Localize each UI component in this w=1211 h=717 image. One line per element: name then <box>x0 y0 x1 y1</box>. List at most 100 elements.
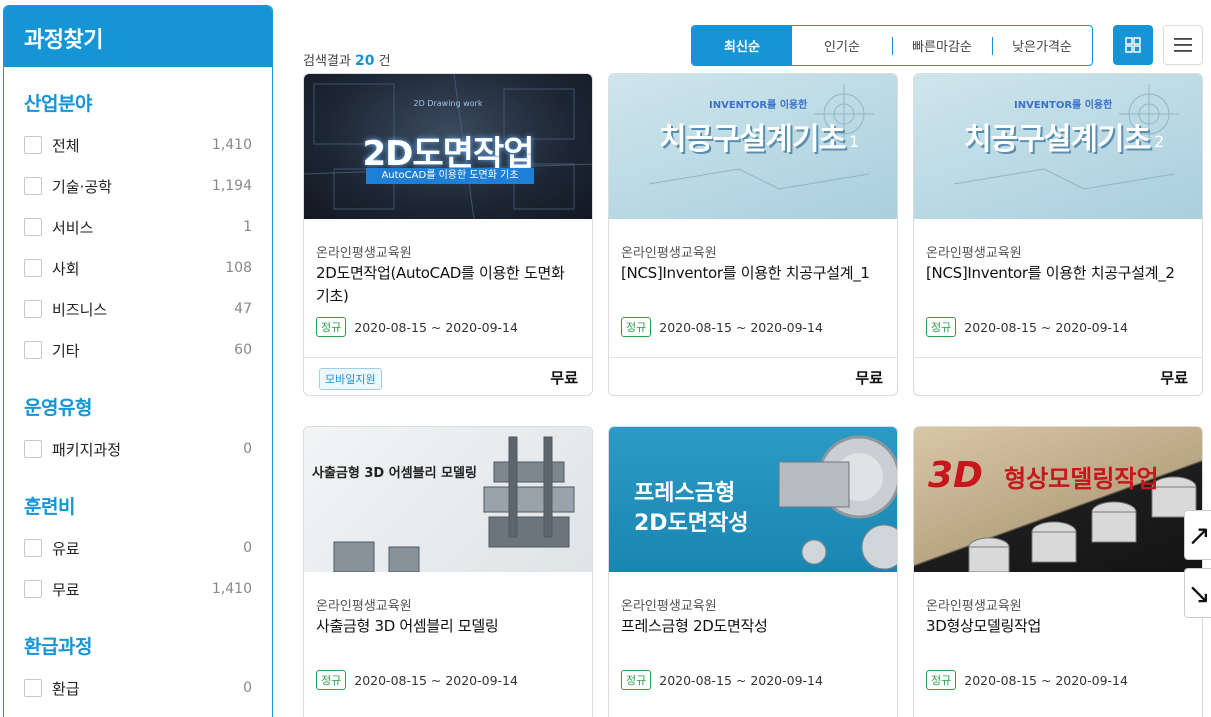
checkbox[interactable] <box>24 136 42 154</box>
filter-count: 47 <box>234 301 252 317</box>
course-title[interactable]: 2D도면작업(AutoCAD를 이용한 도면화 기초) <box>316 262 582 308</box>
thumb-number: 1 <box>849 132 860 151</box>
card-body: 온라인평생교육원 프레스금형 2D도면작성 정규 2020-08-15 ~ 20… <box>609 572 897 710</box>
card-body: 온라인평생교육원 3D형상모델링작업 정규 2020-08-15 ~ 2020-… <box>914 572 1202 710</box>
thumb-number: 2 <box>1154 132 1165 151</box>
filter-refund[interactable]: 환급 0 <box>24 677 252 699</box>
piston-drawing <box>968 476 1197 572</box>
thumb-title: 치공구설계기초 <box>659 122 846 157</box>
thumb-subtitle: AutoCAD를 이용한 도면화 기초 <box>366 168 534 184</box>
list-view-button[interactable] <box>1163 25 1203 65</box>
filter-count: 1 <box>243 219 252 235</box>
course-card[interactable]: 사출금형 3D 어셈블리 모델링 온라인평생교육원 사출금형 3D 어셈블리 모… <box>303 426 593 717</box>
course-date: 2020-08-15 ~ 2020-09-14 <box>354 319 518 335</box>
sort-tab-popular[interactable]: 인기순 <box>792 26 892 65</box>
card-footer: 무료 <box>914 357 1202 395</box>
course-thumbnail[interactable]: 프레스금형 2D도면작성 <box>609 427 897 572</box>
filter-label: 무료 <box>52 580 80 599</box>
grid-icon <box>1125 37 1141 53</box>
provider-name: 온라인평생교육원 <box>926 599 1022 614</box>
course-date: 2020-08-15 ~ 2020-09-14 <box>659 672 823 688</box>
checkbox[interactable] <box>24 539 42 557</box>
regular-badge: 정규 <box>926 670 957 690</box>
filter-label: 기타 <box>52 341 80 360</box>
regular-badge: 정규 <box>316 670 347 690</box>
thumb-small-text: 2D Drawing work <box>413 99 483 108</box>
date-row: 정규 2020-08-15 ~ 2020-09-14 <box>621 317 823 337</box>
thumb-title: 사출금형 3D 어셈블리 모델링 <box>312 466 477 481</box>
checkbox[interactable] <box>24 440 42 458</box>
list-icon <box>1174 38 1192 52</box>
filter-count: 1,194 <box>211 178 252 194</box>
filter-industry-society[interactable]: 사회 108 <box>24 257 252 279</box>
filter-count: 0 <box>243 441 252 457</box>
filter-label: 사회 <box>52 259 80 278</box>
section-refund-title: 환급과정 <box>24 636 92 658</box>
date-row: 정규 2020-08-15 ~ 2020-09-14 <box>926 670 1128 690</box>
checkbox[interactable] <box>24 580 42 598</box>
filter-count: 108 <box>225 260 252 276</box>
thumb-title: 치공구설계기초 <box>964 122 1151 157</box>
checkbox[interactable] <box>24 679 42 697</box>
grid-view-button[interactable] <box>1113 25 1153 65</box>
scroll-down-button[interactable]: ↘ <box>1184 568 1211 618</box>
regular-badge: 정규 <box>316 317 347 337</box>
mobile-support-badge: 모바일지원 <box>319 368 382 390</box>
filter-count: 0 <box>243 540 252 556</box>
checkbox[interactable] <box>24 177 42 195</box>
filter-industry-business[interactable]: 비즈니스 47 <box>24 298 252 320</box>
card-body: 온라인평생교육원 사출금형 3D 어셈블리 모델링 정규 2020-08-15 … <box>304 572 592 710</box>
arrow-up-icon: ↗ <box>1187 518 1211 552</box>
course-card[interactable]: 3D 형상모델링작업 온라인평생교육원 3D형상모델링작업 정규 2020-08… <box>913 426 1203 717</box>
section-fee-title: 훈련비 <box>24 496 75 518</box>
checkbox[interactable] <box>24 300 42 318</box>
course-card[interactable]: INVENTOR를 이용한 치공구설계기초 2 온라인평생교육원 [NCS]In… <box>913 73 1203 396</box>
course-title[interactable]: 프레스금형 2D도면작성 <box>621 615 887 638</box>
course-title[interactable]: [NCS]Inventor를 이용한 치공구설계_2 <box>926 262 1192 285</box>
checkbox[interactable] <box>24 259 42 277</box>
sort-tab-price[interactable]: 낮은가격순 <box>992 26 1092 65</box>
course-thumbnail[interactable]: INVENTOR를 이용한 치공구설계기초 1 <box>609 74 897 219</box>
filter-free[interactable]: 무료 1,410 <box>24 578 252 600</box>
course-thumbnail[interactable]: 3D 형상모델링작업 <box>914 427 1202 572</box>
filter-industry-all[interactable]: 전체 1,410 <box>24 134 252 156</box>
scroll-up-button[interactable]: ↗ <box>1184 510 1211 560</box>
sidebar-title: 과정찾기 <box>4 6 272 67</box>
result-suffix: 건 <box>378 54 391 69</box>
provider-name: 온라인평생교육원 <box>316 599 412 614</box>
date-row: 정규 2020-08-15 ~ 2020-09-14 <box>621 670 823 690</box>
sort-tab-latest[interactable]: 최신순 <box>692 26 792 65</box>
thumb-title-line2: 2D도면작성 <box>634 511 749 536</box>
filter-label: 유료 <box>52 539 80 558</box>
arrow-down-icon: ↘ <box>1187 576 1211 610</box>
mold-drawing <box>333 436 575 572</box>
sort-tab-deadline[interactable]: 빠른마감순 <box>892 26 992 65</box>
course-title[interactable]: 3D형상모델링작업 <box>926 615 1192 638</box>
checkbox[interactable] <box>24 218 42 236</box>
filter-label: 패키지과정 <box>52 440 122 459</box>
course-card[interactable]: 2D Drawing work 2D도면작업 AutoCAD를 이용한 도면화 … <box>303 73 593 396</box>
card-body: 온라인평생교육원 2D도면작업(AutoCAD를 이용한 도면화 기초) 정규 … <box>304 219 592 357</box>
course-card[interactable]: INVENTOR를 이용한 치공구설계기초 1 온라인평생교육원 [NCS]In… <box>608 73 898 396</box>
sort-tabs: 최신순 인기순 빠른마감순 낮은가격순 <box>691 25 1093 66</box>
course-title[interactable]: [NCS]Inventor를 이용한 치공구설계_1 <box>621 262 887 285</box>
provider-name: 온라인평생교육원 <box>621 599 717 614</box>
filter-paid[interactable]: 유료 0 <box>24 537 252 559</box>
regular-badge: 정규 <box>621 670 652 690</box>
card-body: 온라인평생교육원 [NCS]Inventor를 이용한 치공구설계_1 정규 2… <box>609 219 897 357</box>
thumb-title: 형상모델링작업 <box>1004 465 1159 493</box>
course-thumbnail[interactable]: 2D Drawing work 2D도면작업 AutoCAD를 이용한 도면화 … <box>304 74 592 219</box>
filter-industry-etc[interactable]: 기타 60 <box>24 339 252 361</box>
course-date: 2020-08-15 ~ 2020-09-14 <box>659 319 823 335</box>
course-thumbnail[interactable]: INVENTOR를 이용한 치공구설계기초 2 <box>914 74 1202 219</box>
filter-industry-tech[interactable]: 기술·공학 1,194 <box>24 175 252 197</box>
course-title[interactable]: 사출금형 3D 어셈블리 모델링 <box>316 615 582 638</box>
filter-industry-service[interactable]: 서비스 1 <box>24 216 252 238</box>
course-card[interactable]: 프레스금형 2D도면작성 온라인평생교육원 프레스금형 2D도면작성 정규 20… <box>608 426 898 717</box>
filter-label: 전체 <box>52 136 80 155</box>
thumb-small-text: INVENTOR를 이용한 <box>709 100 808 111</box>
course-thumbnail[interactable]: 사출금형 3D 어셈블리 모델링 <box>304 427 592 572</box>
filter-package[interactable]: 패키지과정 0 <box>24 438 252 460</box>
checkbox[interactable] <box>24 341 42 359</box>
course-date: 2020-08-15 ~ 2020-09-14 <box>354 672 518 688</box>
